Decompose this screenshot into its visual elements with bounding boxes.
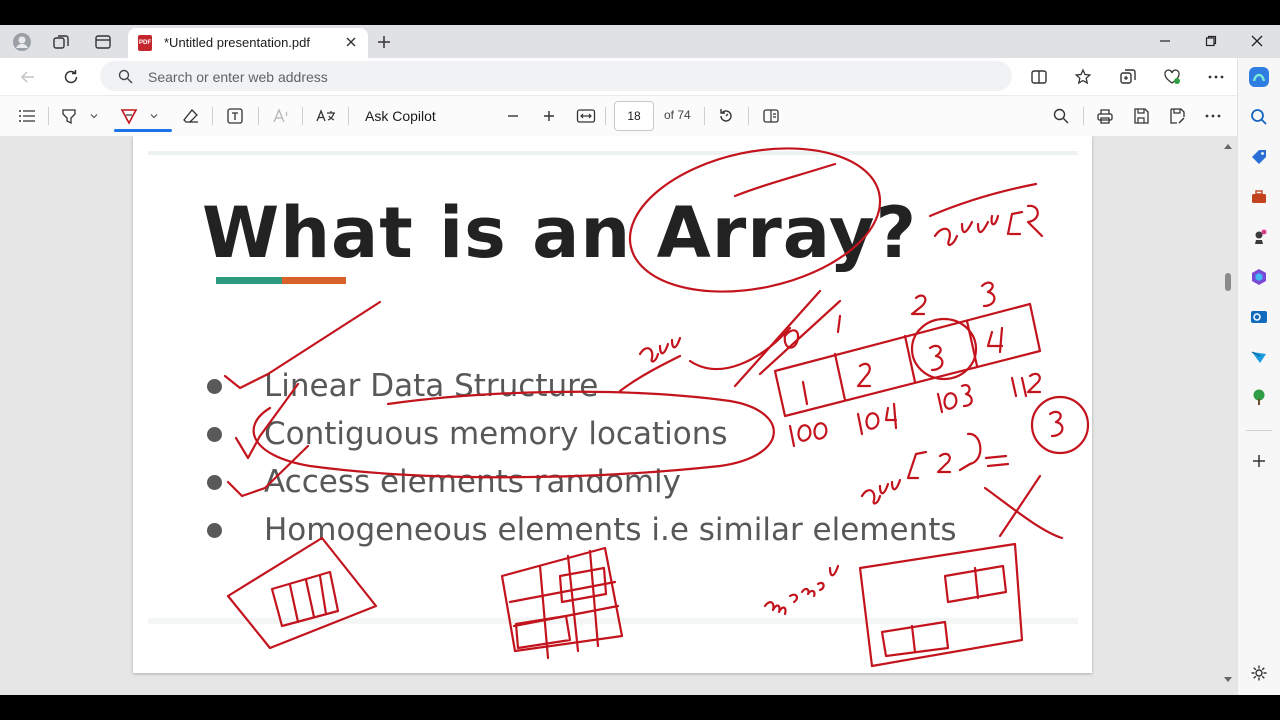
add-sidebar-app-icon[interactable] — [1248, 450, 1270, 472]
pdf-file-icon: PDF — [138, 35, 152, 51]
browser-essentials-icon[interactable] — [1159, 64, 1185, 90]
chevron-down-icon[interactable] — [86, 105, 102, 127]
title-underline-green — [216, 277, 282, 284]
bullet-item: Access elements randomly — [207, 458, 957, 506]
active-tool-indicator — [114, 129, 172, 132]
translate-icon[interactable] — [314, 105, 338, 127]
refresh-button[interactable] — [58, 64, 84, 90]
save-icon[interactable] — [1130, 105, 1152, 127]
zoom-out-icon[interactable] — [502, 105, 524, 127]
search-icon — [118, 69, 133, 84]
scroll-up-icon[interactable] — [1223, 142, 1233, 150]
close-tab-button[interactable] — [342, 33, 360, 51]
shopping-tag-icon[interactable] — [1248, 146, 1270, 168]
pdf-page[interactable]: What is an Array? Linear Data Structure … — [133, 136, 1092, 673]
workspaces-icon[interactable] — [50, 31, 72, 53]
bullet-dot — [207, 379, 222, 394]
bullet-dot — [207, 475, 222, 490]
ask-copilot-button[interactable]: Ask Copilot — [365, 108, 436, 124]
settings-and-more-icon[interactable] — [1203, 64, 1229, 90]
title-underline-orange — [282, 277, 346, 284]
drop-icon[interactable] — [1248, 346, 1270, 368]
pdf-viewer[interactable]: What is an Array? Linear Data Structure … — [0, 136, 1237, 695]
restore-button[interactable] — [1196, 27, 1226, 55]
page-number-input[interactable]: 18 — [614, 101, 654, 131]
draw-icon[interactable] — [118, 105, 140, 127]
tree-icon[interactable] — [1248, 386, 1270, 408]
add-text-icon[interactable] — [224, 105, 246, 127]
scroll-down-icon[interactable] — [1223, 676, 1233, 684]
games-icon[interactable] — [1248, 226, 1270, 248]
tab-actions-icon[interactable] — [92, 31, 114, 53]
close-window-button[interactable] — [1242, 27, 1272, 55]
copilot-icon[interactable] — [1248, 66, 1270, 88]
search-icon[interactable] — [1248, 106, 1270, 128]
address-bar[interactable]: Search or enter web address — [100, 61, 1012, 91]
chevron-down-icon[interactable] — [146, 105, 162, 127]
navigation-bar: Search or enter web address — [0, 58, 1280, 95]
save-as-icon[interactable] — [1166, 105, 1188, 127]
profile-icon[interactable] — [11, 31, 33, 53]
bullet-dot — [207, 427, 222, 442]
black-letterbox-bottom — [0, 695, 1280, 720]
page-view-icon[interactable] — [760, 105, 782, 127]
tools-icon[interactable] — [1248, 186, 1270, 208]
back-button[interactable] — [15, 64, 41, 90]
address-placeholder: Search or enter web address — [148, 69, 328, 85]
new-tab-button[interactable] — [373, 31, 395, 53]
highlight-icon[interactable] — [58, 105, 80, 127]
fit-to-width-icon[interactable] — [574, 105, 598, 127]
contents-icon[interactable] — [16, 105, 38, 127]
edge-sidebar — [1237, 58, 1280, 695]
bullet-item: Homogeneous elements i.e similar element… — [207, 506, 957, 554]
more-options-icon[interactable] — [1202, 105, 1224, 127]
bullet-dot — [207, 523, 222, 538]
scrollbar-thumb[interactable] — [1225, 273, 1231, 291]
bullet-item: Contiguous memory locations — [207, 410, 957, 458]
bullet-item: Linear Data Structure — [207, 362, 957, 410]
collections-icon[interactable] — [1115, 64, 1141, 90]
bullet-list: Linear Data Structure Contiguous memory … — [207, 362, 957, 554]
rotate-icon[interactable] — [715, 105, 737, 127]
read-aloud-icon[interactable] — [270, 105, 292, 127]
gear-icon[interactable] — [1248, 662, 1270, 684]
active-tab[interactable]: PDF *Untitled presentation.pdf — [128, 28, 368, 58]
tab-title: *Untitled presentation.pdf — [164, 35, 310, 50]
find-icon[interactable] — [1050, 105, 1072, 127]
print-icon[interactable] — [1094, 105, 1116, 127]
slide-title: What is an Array? — [202, 192, 918, 274]
minimize-button[interactable] — [1150, 27, 1180, 55]
split-screen-icon[interactable] — [1026, 64, 1052, 90]
erase-icon[interactable] — [180, 105, 202, 127]
page-total: of 74 — [664, 108, 691, 122]
pdf-toolbar: Ask Copilot 18 of 74 — [0, 95, 1237, 137]
black-letterbox-top — [0, 0, 1280, 25]
favorites-icon[interactable] — [1070, 64, 1096, 90]
microsoft-365-icon[interactable] — [1248, 266, 1270, 288]
zoom-in-icon[interactable] — [538, 105, 560, 127]
vertical-scrollbar[interactable] — [1221, 136, 1235, 695]
outlook-icon[interactable] — [1248, 306, 1270, 328]
